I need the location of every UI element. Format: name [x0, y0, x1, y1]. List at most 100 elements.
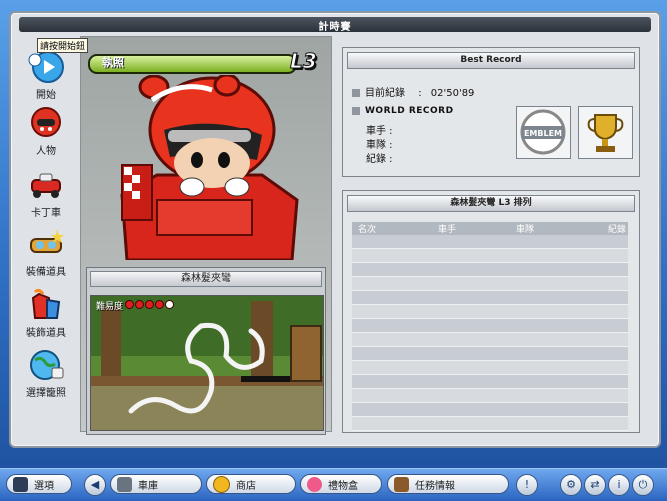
shop-button[interactable]: 商店 — [206, 474, 296, 494]
ranking-title: 森林髮夾彎 L3 排列 — [347, 195, 635, 212]
table-row — [352, 389, 628, 403]
table-row — [352, 291, 628, 305]
world-record-row: WORLD RECORD — [352, 106, 454, 116]
wr-team-label: 車隊 : — [366, 140, 393, 151]
sidebar-item-label: 裝飾道具 — [26, 328, 66, 339]
start-tooltip: 請按開始鈕 — [37, 38, 89, 53]
racer-character-image — [120, 75, 299, 260]
garage-icon — [117, 476, 132, 492]
difficulty-dot — [165, 299, 175, 309]
license-label: 執照 — [102, 56, 124, 69]
table-row — [352, 333, 628, 347]
table-row — [352, 361, 628, 375]
info-button[interactable]: i — [608, 474, 630, 496]
license-level: L3 — [290, 49, 318, 74]
license-bar: 執照 L3 — [88, 49, 323, 74]
track-name: 森林髮夾彎 — [90, 271, 322, 287]
sidebar-item-label: 選擇籠照 — [26, 388, 66, 399]
connection-icon: ⇄ — [590, 478, 600, 491]
garage-label: 車庫 — [138, 480, 158, 492]
shop-label: 商店 — [236, 480, 256, 492]
sidebar-item-select-map[interactable]: 選擇籠照 — [17, 348, 75, 399]
globe-icon — [30, 350, 64, 380]
sidebar-item-start[interactable]: 開始 — [17, 50, 75, 101]
table-row — [352, 263, 628, 277]
track-map — [91, 296, 323, 430]
goggles-icon — [30, 229, 64, 253]
wr-record-label: 紀錄 : — [366, 154, 393, 165]
emblem-icon: EMBLEM — [520, 109, 566, 155]
difficulty-dots — [124, 299, 175, 312]
sidebar-item-character[interactable]: 人物 — [17, 106, 75, 157]
wr-driver-label: 車手 : — [366, 126, 393, 137]
connection-button[interactable]: ⇄ — [584, 474, 606, 496]
sidebar-item-label: 卡丁車 — [31, 208, 61, 219]
emblem-badge: EMBLEM — [516, 106, 571, 159]
table-row — [352, 319, 628, 333]
ranking-table: 名次 車手 車隊 紀錄 — [352, 222, 628, 431]
back-arrow-icon: ◀ — [90, 478, 100, 491]
track-info-panel: 森林髮夾彎 難易度 — [86, 267, 326, 435]
book-icon — [394, 476, 409, 492]
back-button[interactable]: ◀ — [84, 474, 106, 496]
world-record-label: WORLD RECORD — [365, 106, 454, 116]
options-label: 選項 — [34, 480, 54, 492]
ranking-header: 名次 車手 車隊 紀錄 — [352, 222, 628, 235]
power-icon: ⏻ — [638, 478, 648, 491]
sidebar-item-kart[interactable]: 卡丁車 — [17, 168, 75, 219]
table-row — [352, 375, 628, 389]
gift-icon — [307, 476, 322, 492]
info-icon: i — [617, 478, 621, 491]
giftbox-button[interactable]: 禮物盒 — [300, 474, 382, 494]
clothing-icon — [31, 288, 61, 319]
sidebar-item-label: 人物 — [36, 146, 56, 157]
column-header-rank: 名次 — [358, 225, 377, 235]
column-header-driver: 車手 — [437, 225, 456, 235]
table-row — [352, 403, 628, 417]
ranking-rows — [352, 235, 628, 431]
bullet-icon — [352, 89, 360, 97]
table-row — [352, 277, 628, 291]
table-row — [352, 305, 628, 319]
difficulty-label: 難易度 — [96, 302, 124, 312]
settings-button[interactable]: ⚙ — [560, 474, 582, 496]
table-row — [352, 347, 628, 361]
power-button[interactable]: ⏻ — [632, 474, 654, 496]
mission-button[interactable]: 任務情報 — [387, 474, 509, 494]
alert-button[interactable]: ! — [516, 474, 538, 496]
track-preview-image: 難易度 — [90, 295, 324, 431]
current-record-label: 目前紀錄 — [365, 88, 405, 99]
trophy-icon — [587, 114, 624, 152]
current-record-separator: : — [418, 88, 422, 99]
sidebar-item-label: 開始 — [36, 90, 56, 101]
difficulty-dot — [125, 299, 135, 309]
difficulty-dot — [145, 299, 155, 309]
column-header-record: 紀錄 — [607, 225, 626, 235]
table-row — [352, 417, 628, 431]
current-record-row: 目前紀錄 : 02'50'89 — [352, 84, 474, 99]
sidebar-item-decoration[interactable]: 裝飾道具 — [17, 288, 75, 339]
column-header-team: 車隊 — [515, 225, 534, 235]
trophy-badge — [578, 106, 633, 159]
alert-icon: ! — [524, 478, 530, 491]
play-icon — [28, 51, 64, 83]
sidebar-item-label: 裝備道具 — [26, 267, 66, 278]
current-record-value: 02'50'89 — [430, 88, 475, 99]
character-icon — [31, 107, 61, 137]
giftbox-label: 禮物盒 — [328, 480, 358, 492]
difficulty-dot — [155, 299, 165, 309]
title-bar: 計時賽 — [19, 17, 651, 33]
emblem-text: EMBLEM — [524, 129, 562, 138]
table-row — [352, 235, 628, 249]
options-button[interactable]: 選項 — [6, 474, 72, 494]
kart-icon — [31, 173, 61, 198]
gear-icon: ⚙ — [566, 478, 576, 491]
bullet-icon — [352, 106, 360, 115]
options-icon — [13, 476, 28, 492]
table-row — [352, 249, 628, 263]
sidebar-item-equipment[interactable]: 裝備道具 — [17, 227, 75, 278]
mission-label: 任務情報 — [415, 480, 455, 492]
best-record-title: Best Record — [347, 52, 635, 69]
garage-button[interactable]: 車庫 — [110, 474, 202, 494]
taskbar: 選項 ◀ 車庫 商店 禮物盒 任務情報 ! ⚙ ⇄ i ⏻ — [0, 468, 667, 501]
